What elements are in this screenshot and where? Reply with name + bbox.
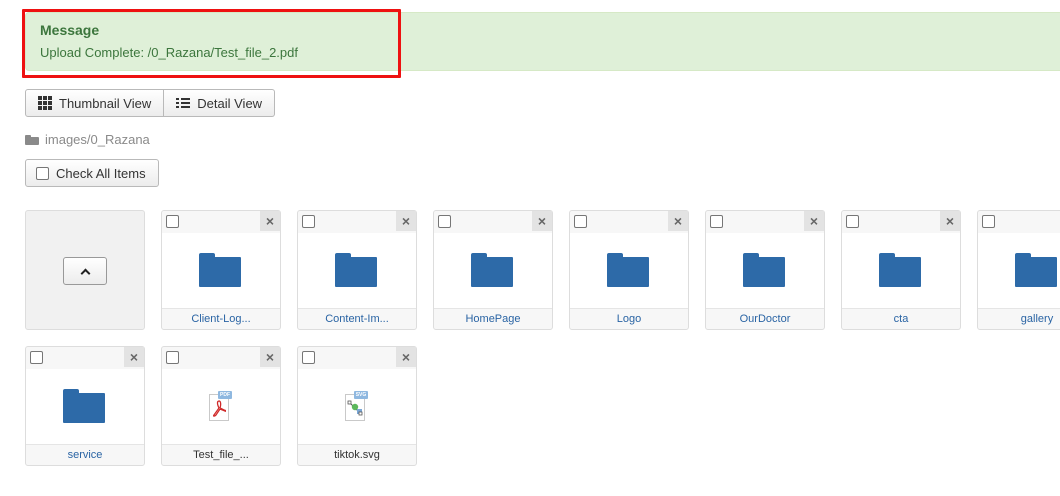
folder-tile[interactable]: × Logo xyxy=(569,210,689,330)
folder-link[interactable]: HomePage xyxy=(434,308,552,329)
grid-icon xyxy=(38,96,52,110)
item-checkbox[interactable] xyxy=(166,215,179,228)
view-toggle-group: Thumbnail View Detail View xyxy=(25,89,276,117)
folder-icon xyxy=(335,253,377,287)
folder-tile[interactable]: × HomePage xyxy=(433,210,553,330)
pdf-file-icon: PDF xyxy=(209,391,233,421)
delete-icon[interactable]: × xyxy=(396,211,416,231)
file-name[interactable]: tiktok.svg xyxy=(298,444,416,465)
file-name[interactable]: Test_file_... xyxy=(162,444,280,465)
check-all-checkbox[interactable] xyxy=(36,166,49,180)
folder-link[interactable]: gallery xyxy=(978,308,1060,329)
chevron-up-icon xyxy=(80,268,90,278)
item-checkbox[interactable] xyxy=(574,215,587,228)
pdf-badge: PDF xyxy=(218,391,232,399)
folder-tile[interactable]: × cta xyxy=(841,210,961,330)
folder-tile[interactable]: × service xyxy=(25,346,145,466)
breadcrumb-path: images/0_Razana xyxy=(45,132,150,147)
alert-title: Message xyxy=(40,22,100,38)
detail-view-button[interactable]: Detail View xyxy=(164,89,276,117)
svg-badge: SVG xyxy=(354,391,368,399)
parent-folder-tile[interactable] xyxy=(25,210,145,330)
item-checkbox[interactable] xyxy=(982,215,995,228)
folder-link[interactable]: service xyxy=(26,444,144,465)
folder-link[interactable]: OurDoctor xyxy=(706,308,824,329)
delete-icon[interactable]: × xyxy=(260,347,280,367)
folder-icon xyxy=(879,253,921,287)
item-checkbox[interactable] xyxy=(302,351,315,364)
delete-icon[interactable]: × xyxy=(124,347,144,367)
folder-link[interactable]: Content-Im... xyxy=(298,308,416,329)
delete-icon[interactable]: × xyxy=(260,211,280,231)
folder-icon xyxy=(63,389,105,423)
svg-file-icon: SVG xyxy=(345,391,369,421)
list-icon xyxy=(176,98,191,108)
folder-icon xyxy=(743,253,785,287)
folder-tile[interactable]: × gallery xyxy=(977,210,1060,330)
item-checkbox[interactable] xyxy=(846,215,859,228)
item-checkbox[interactable] xyxy=(302,215,315,228)
delete-icon[interactable]: × xyxy=(804,211,824,231)
item-checkbox[interactable] xyxy=(30,351,43,364)
folder-open-icon xyxy=(25,134,39,145)
folder-tile[interactable]: × Client-Log... xyxy=(161,210,281,330)
folder-icon xyxy=(471,253,513,287)
folder-link[interactable]: cta xyxy=(842,308,960,329)
upload-message-alert: Message Upload Complete: /0_Razana/Test_… xyxy=(25,12,1060,71)
delete-icon[interactable]: × xyxy=(668,211,688,231)
breadcrumb: images/0_Razana xyxy=(25,132,150,147)
file-tile[interactable]: × PDF Test_file_... xyxy=(161,346,281,466)
folder-icon xyxy=(199,253,241,287)
check-all-label: Check All Items xyxy=(56,165,146,181)
check-all-button[interactable]: Check All Items xyxy=(25,159,159,187)
delete-icon[interactable]: × xyxy=(532,211,552,231)
folder-link[interactable]: Client-Log... xyxy=(162,308,280,329)
item-checkbox[interactable] xyxy=(710,215,723,228)
folder-icon xyxy=(1015,253,1057,287)
thumbnail-view-label: Thumbnail View xyxy=(59,95,152,111)
item-checkbox[interactable] xyxy=(166,351,179,364)
folder-tile[interactable]: × OurDoctor xyxy=(705,210,825,330)
delete-icon[interactable]: × xyxy=(940,211,960,231)
detail-view-label: Detail View xyxy=(197,95,263,111)
folder-tile[interactable]: × Content-Im... xyxy=(297,210,417,330)
up-button[interactable] xyxy=(63,257,107,285)
thumbnail-view-button[interactable]: Thumbnail View xyxy=(25,89,165,117)
item-checkbox[interactable] xyxy=(438,215,451,228)
folder-link[interactable]: Logo xyxy=(570,308,688,329)
folder-icon xyxy=(607,253,649,287)
file-tile[interactable]: × SVG tiktok.svg xyxy=(297,346,417,466)
alert-text: Upload Complete: /0_Razana/Test_file_2.p… xyxy=(40,45,298,60)
delete-icon[interactable]: × xyxy=(396,347,416,367)
